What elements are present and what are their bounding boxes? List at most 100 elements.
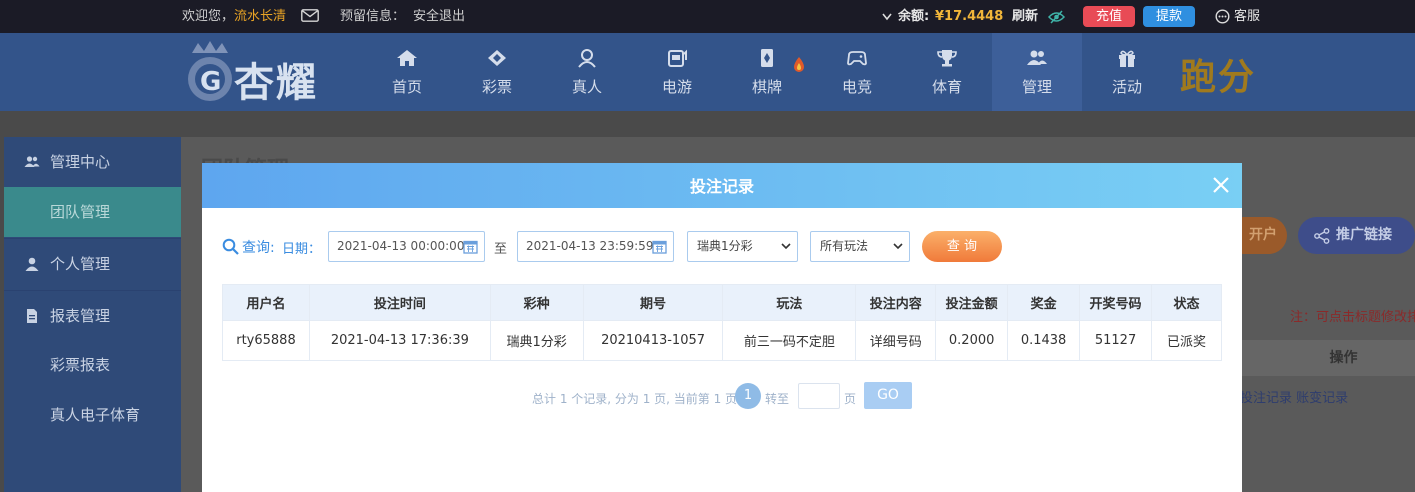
sidebar-item-label: 报表管理 <box>50 307 111 325</box>
calendar-icon[interactable] <box>652 239 667 254</box>
current-page-button[interactable]: 1 <box>735 383 761 409</box>
modal-header: 投注记录 <box>202 163 1242 208</box>
end-date-value: 2021-04-13 23:59:59 <box>526 239 654 253</box>
detail-numbers-link[interactable]: 详细号码 <box>855 320 937 361</box>
nav-label: 体育 <box>931 78 962 96</box>
top-bar: 欢迎您，流水长清 预留信息： 安全退出 余额: ¥17.4448 刷新 充值 提… <box>0 0 1415 33</box>
nav-live[interactable]: 真人 <box>542 33 632 111</box>
nav-label: 真人 <box>571 78 602 96</box>
gift-icon <box>1119 50 1135 67</box>
calendar-icon[interactable] <box>463 239 478 254</box>
table-header-row: 用户名 投注时间 彩种 期号 玩法 投注内容 投注金额 奖金 开奖号码 状态 <box>222 284 1222 321</box>
lottery-select-value: 瑞典1分彩 <box>697 239 753 253</box>
logo-text[interactable]: 杏耀 <box>234 50 318 108</box>
column-header[interactable]: 投注金额 <box>935 284 1009 321</box>
column-header[interactable]: 投注时间 <box>308 284 491 321</box>
column-header[interactable]: 玩法 <box>722 284 857 321</box>
query-label: 查询: <box>242 240 275 256</box>
svg-text:G: G <box>200 67 221 97</box>
document-icon <box>27 309 37 323</box>
eye-hidden-icon[interactable] <box>1048 10 1065 24</box>
column-header[interactable]: 开奖号码 <box>1079 284 1153 321</box>
query-button[interactable]: 查 询 <box>922 231 1002 262</box>
logout-link[interactable]: 安全退出 <box>413 0 465 33</box>
home-icon <box>397 50 417 66</box>
sidebar-item-label: 彩票报表 <box>50 356 111 374</box>
chevron-down-icon <box>893 243 903 250</box>
go-button[interactable]: GO <box>864 382 912 409</box>
nav-label: 彩票 <box>481 78 512 96</box>
cell-draw-number: 51127 <box>1079 320 1153 361</box>
nav-esports[interactable]: 电竞 <box>812 33 902 111</box>
pagination: 总计 1 个记录, 分为 1 页, 当前第 1 页 <box>202 382 1242 412</box>
diamond-icon <box>488 50 506 66</box>
sidebar-item-report-management[interactable]: 报表管理 <box>4 290 181 340</box>
cell-amount: 0.2000 <box>935 320 1009 361</box>
start-date-input[interactable]: 2021-04-13 00:00:00 <box>328 231 485 262</box>
start-date-value: 2021-04-13 00:00:00 <box>337 239 465 253</box>
nav-slots[interactable]: 电游 <box>632 33 722 111</box>
column-header[interactable]: 奖金 <box>1007 284 1081 321</box>
column-header[interactable]: 用户名 <box>222 284 310 321</box>
cell-bet-time: 2021-04-13 17:36:39 <box>308 320 491 361</box>
nav-activity[interactable]: 活动 <box>1082 33 1172 111</box>
nav-label: 活动 <box>1111 78 1142 96</box>
row-action-links[interactable]: 投注记录 账变记录 <box>1240 387 1348 406</box>
promo-link-button[interactable]: 推广链接 <box>1298 217 1415 254</box>
pagination-summary: 总计 1 个记录, 分为 1 页, 当前第 1 页 <box>532 392 738 406</box>
operation-column-header: 操作 <box>1242 340 1415 376</box>
column-header[interactable]: 彩种 <box>489 284 584 321</box>
hot-flame-icon <box>794 57 804 72</box>
trophy-icon <box>937 50 957 67</box>
users-icon <box>1027 50 1047 65</box>
refresh-button[interactable]: 刷新 <box>1012 0 1038 33</box>
customer-service-link[interactable]: 客服 <box>1234 0 1260 33</box>
slot-icon <box>668 49 687 67</box>
nav-label: 首页 <box>391 78 422 96</box>
column-header[interactable]: 状态 <box>1151 284 1222 321</box>
lottery-select[interactable]: 瑞典1分彩 <box>687 231 798 262</box>
chevron-down-icon[interactable] <box>882 13 892 21</box>
sidebar-item-lottery-report[interactable]: 彩票报表 <box>4 340 181 390</box>
gamepad-icon <box>847 51 867 66</box>
paofen-banner[interactable]: 跑分 <box>1180 48 1256 100</box>
nav-label: 电竞 <box>841 78 872 96</box>
person-icon <box>578 49 596 68</box>
nav-label: 管理 <box>1021 78 1052 96</box>
sidebar-item-personal-management[interactable]: 个人管理 <box>4 238 181 288</box>
nav-sports[interactable]: 体育 <box>902 33 992 111</box>
search-icon <box>222 238 239 255</box>
username[interactable]: 流水长清 <box>234 9 286 24</box>
nav-lottery[interactable]: 彩票 <box>452 33 542 111</box>
end-date-input[interactable]: 2021-04-13 23:59:59 <box>517 231 674 262</box>
sidebar-item-label: 团队管理 <box>50 203 111 221</box>
bet-records-modal: 投注记录 查询: 日期： 2021-04-13 00:00:00 至 2021-… <box>202 163 1242 492</box>
cards-icon <box>761 49 773 67</box>
withdraw-button[interactable]: 提款 <box>1143 6 1195 27</box>
nav-management[interactable]: 管理 <box>992 33 1082 111</box>
charge-button[interactable]: 充值 <box>1083 6 1135 27</box>
sidebar-item-label: 真人电子体育 <box>50 406 141 424</box>
page-jump-input[interactable] <box>798 383 840 409</box>
nav-home[interactable]: 首页 <box>362 33 452 111</box>
play-type-select-value: 所有玩法 <box>820 239 869 253</box>
share-icon <box>1314 228 1330 244</box>
chat-icon[interactable] <box>1215 9 1230 24</box>
sidebar-item-label: 个人管理 <box>50 255 111 273</box>
cell-issue: 20210413-1057 <box>582 320 724 361</box>
balance-value: ¥17.4448 <box>935 9 1004 24</box>
close-icon[interactable] <box>1211 175 1231 195</box>
cell-bonus: 0.1438 <box>1007 320 1081 361</box>
sidebar-item-live-sports-report[interactable]: 真人电子体育 <box>4 390 181 440</box>
users-icon <box>24 156 40 167</box>
column-header[interactable]: 期号 <box>582 284 724 321</box>
sidebar-item-team-management[interactable]: 团队管理 <box>4 187 181 237</box>
page-unit-label: 页 <box>844 392 857 406</box>
mail-icon[interactable] <box>301 9 319 22</box>
sidebar-item-management-center[interactable]: 管理中心 <box>4 137 181 187</box>
nav-label: 棋牌 <box>751 78 782 96</box>
column-header[interactable]: 投注内容 <box>855 284 937 321</box>
play-type-select[interactable]: 所有玩法 <box>810 231 910 262</box>
sidebar: 管理中心 团队管理 个人管理 报表管理 彩票报表 真人电子体育 <box>4 137 181 492</box>
status-badge: 已派奖 <box>1151 320 1222 361</box>
